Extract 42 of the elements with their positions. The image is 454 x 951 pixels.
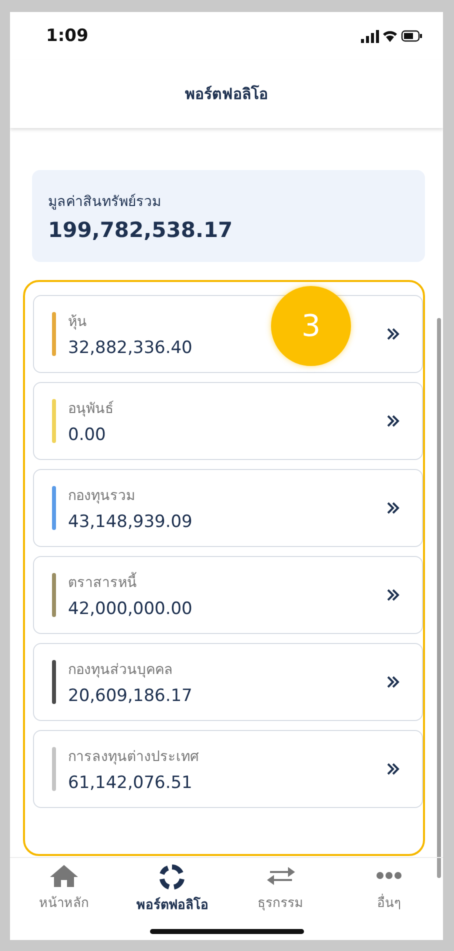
double-chevron-icon bbox=[386, 588, 400, 602]
wifi-icon bbox=[383, 31, 397, 42]
asset-value: 42,000,000.00 bbox=[68, 599, 192, 619]
more-icon bbox=[376, 872, 402, 879]
asset-card[interactable]: กองทุนส่วนบุคคล 20,609,186.17 bbox=[33, 643, 423, 721]
battery-icon bbox=[401, 30, 422, 42]
double-chevron-icon bbox=[386, 327, 400, 341]
nav-label: อื่นๆ bbox=[376, 892, 401, 913]
double-chevron-icon bbox=[386, 501, 400, 515]
asset-value: 0.00 bbox=[68, 425, 106, 445]
double-chevron-icon bbox=[386, 414, 400, 428]
asset-card[interactable]: อนุพันธ์ 0.00 bbox=[33, 382, 423, 460]
page-title: พอร์ตฟอลิโอ bbox=[185, 84, 268, 105]
asset-value: 20,609,186.17 bbox=[68, 686, 192, 706]
nav-tab[interactable]: หน้าหลัก bbox=[14, 864, 114, 913]
nav-tab[interactable]: พอร์ตฟอลิโอ bbox=[122, 864, 222, 915]
swap-arrows-icon bbox=[266, 864, 296, 888]
asset-card[interactable]: กองทุนรวม 43,148,939.09 bbox=[33, 469, 423, 547]
asset-value: 32,882,336.40 bbox=[68, 338, 192, 358]
asset-label: ตราสารหนี้ bbox=[68, 571, 137, 593]
asset-card[interactable]: ตราสารหนี้ 42,000,000.00 bbox=[33, 556, 423, 634]
asset-value: 61,142,076.51 bbox=[68, 773, 192, 793]
double-chevron-icon bbox=[386, 675, 400, 689]
total-label: มูลค่าสินทรัพย์รวม bbox=[48, 192, 162, 212]
nav-label: หน้าหลัก bbox=[39, 895, 90, 913]
double-chevron-icon bbox=[386, 762, 400, 776]
total-value: 199,782,538.17 bbox=[48, 218, 234, 242]
nav-label: ธุรกรรม bbox=[258, 895, 304, 913]
nav-tab[interactable]: อื่นๆ bbox=[338, 864, 439, 913]
asset-label: อนุพันธ์ bbox=[68, 400, 114, 419]
nav-tab[interactable]: ธุรกรรม bbox=[230, 864, 331, 913]
asset-label: หุ้น bbox=[68, 313, 87, 332]
asset-label: กองทุนรวม bbox=[68, 487, 135, 506]
status-time: 1:09 bbox=[46, 26, 88, 46]
home-icon bbox=[49, 864, 80, 888]
nav-label: พอร์ตฟอลิโอ bbox=[136, 896, 208, 915]
asset-label: การลงทุนต่างประเทศ bbox=[68, 748, 199, 767]
signal-icon bbox=[361, 30, 379, 43]
asset-card[interactable]: การลงทุนต่างประเทศ 61,142,076.51 bbox=[33, 730, 423, 808]
asset-label: กองทุนส่วนบุคคล bbox=[68, 661, 173, 680]
ring-icon bbox=[159, 864, 186, 890]
asset-value: 43,148,939.09 bbox=[68, 512, 192, 532]
